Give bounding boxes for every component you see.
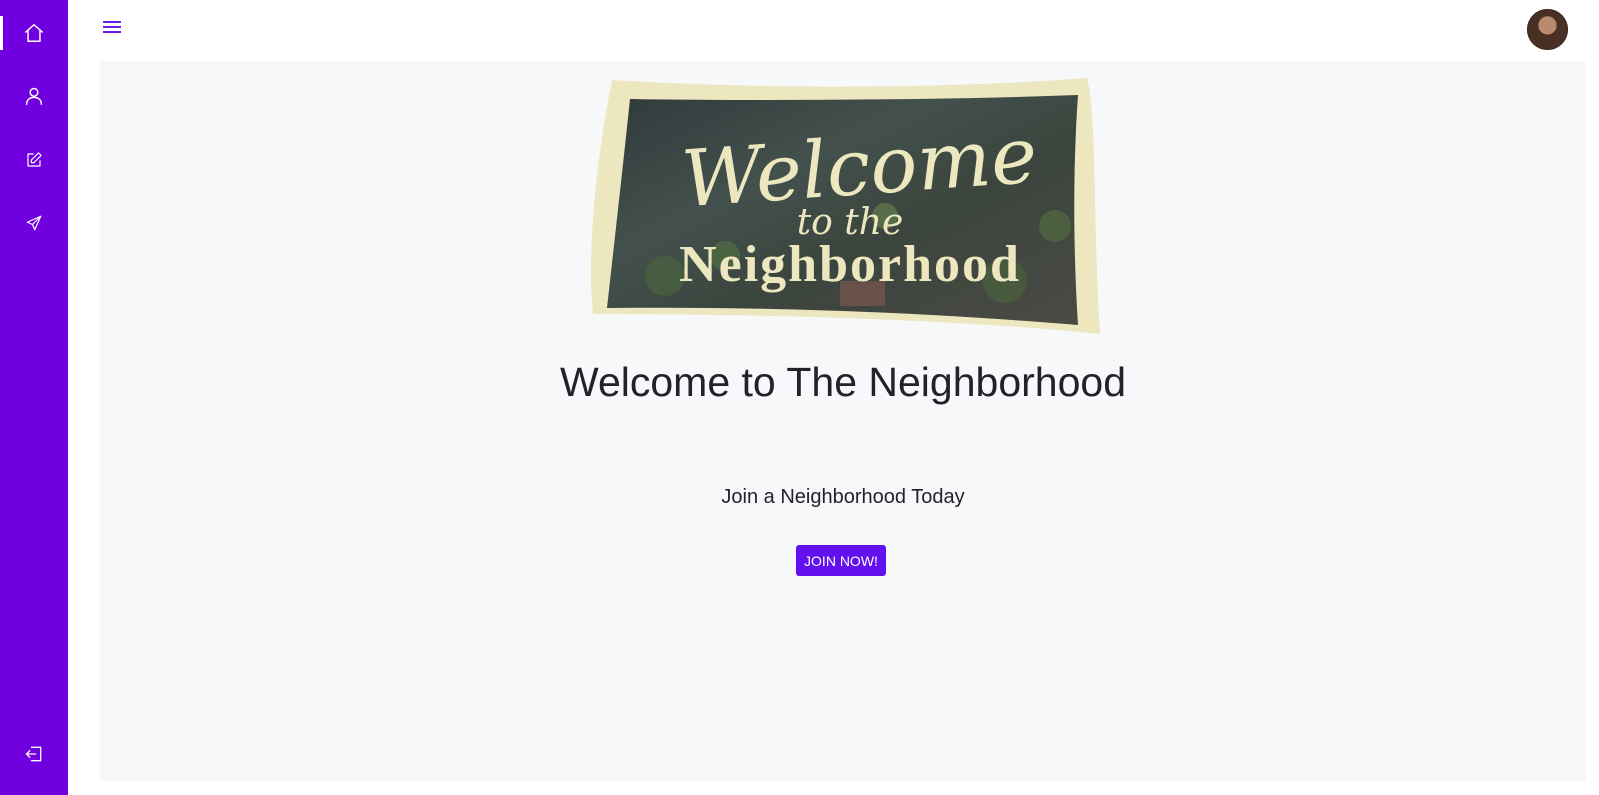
hamburger-icon bbox=[103, 21, 121, 33]
sidebar-item-home[interactable] bbox=[0, 8, 68, 58]
sidebar-item-edit[interactable] bbox=[0, 135, 68, 185]
menu-toggle-button[interactable] bbox=[98, 13, 126, 41]
edit-icon bbox=[27, 152, 42, 167]
avatar[interactable] bbox=[1527, 9, 1568, 50]
logout-button[interactable] bbox=[0, 729, 68, 779]
user-icon bbox=[25, 87, 43, 105]
banner-neighborhood-text: Neighborhood bbox=[679, 236, 1021, 293]
sidebar bbox=[0, 0, 68, 795]
join-subtitle: Join a Neighborhood Today bbox=[721, 486, 965, 508]
sidebar-item-send[interactable] bbox=[0, 198, 68, 248]
send-icon bbox=[26, 215, 42, 231]
main-content: Welcome to the Neighborhood Welcome to T… bbox=[100, 61, 1586, 781]
join-now-button[interactable]: JOIN NOW! bbox=[796, 545, 886, 576]
page-title: Welcome to The Neighborhood bbox=[560, 359, 1126, 405]
welcome-banner-image: Welcome to the Neighborhood bbox=[585, 76, 1105, 341]
home-icon bbox=[25, 24, 43, 42]
sidebar-item-profile[interactable] bbox=[0, 71, 68, 121]
logout-icon bbox=[25, 746, 42, 762]
